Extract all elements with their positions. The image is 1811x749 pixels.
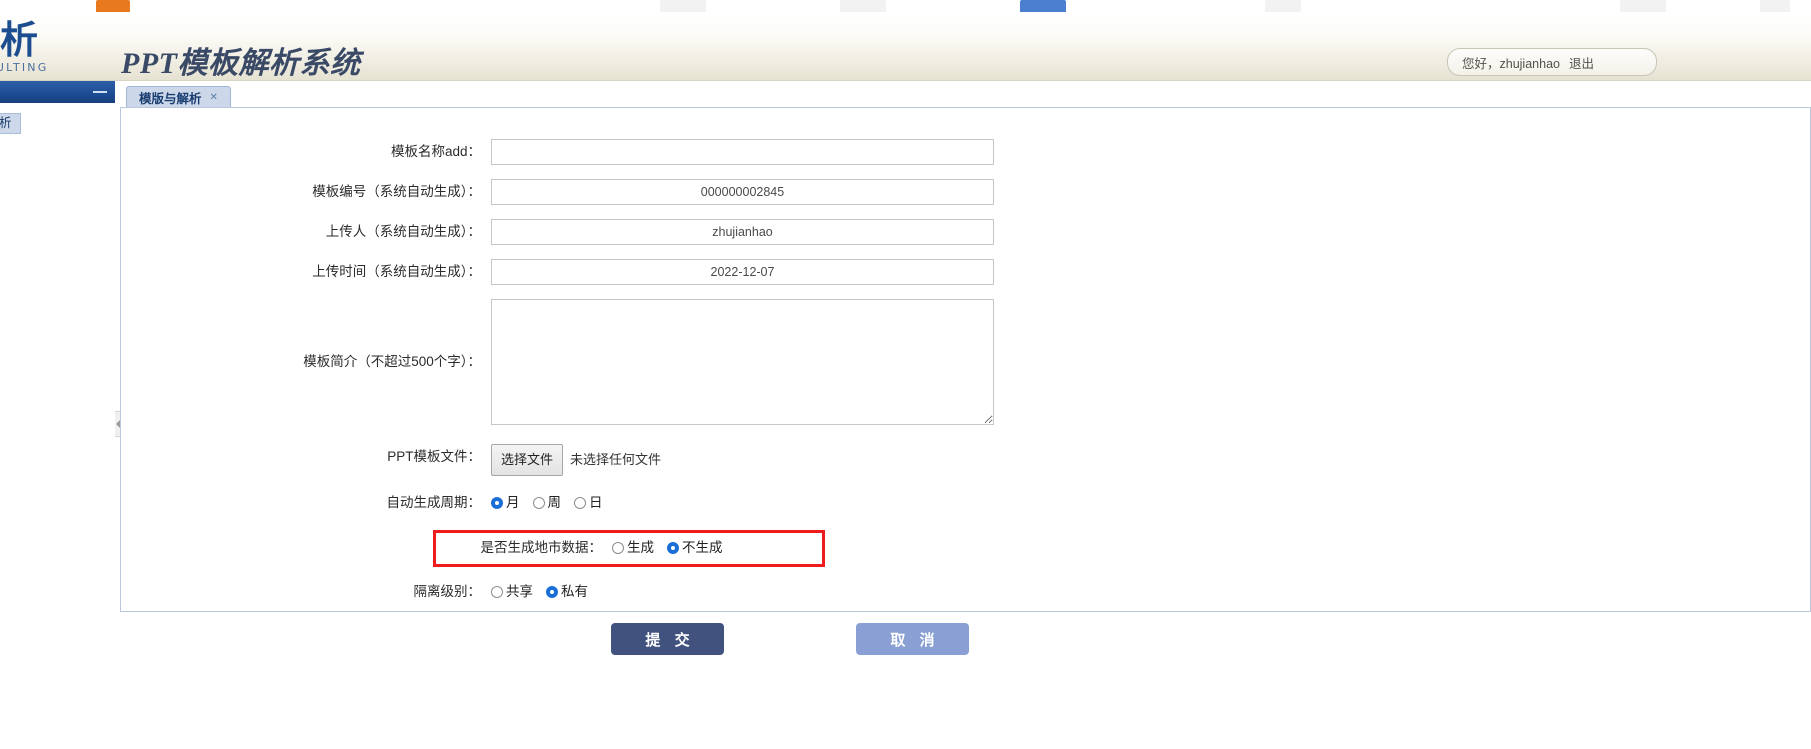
- upload-time-input[interactable]: [491, 259, 994, 285]
- radio-label: 周: [547, 495, 562, 510]
- logout-link[interactable]: 退出: [1569, 53, 1594, 72]
- sidebar: 理 模版与解析 申请列表 待审列表: [0, 81, 123, 749]
- page-title: PPT模板解析系统: [121, 47, 361, 80]
- radio-city-data-not-generate[interactable]: 不生成: [667, 535, 723, 561]
- browser-tab-ghost[interactable]: [660, 0, 706, 12]
- sidebar-item-pending-review-list[interactable]: 待审列表: [0, 188, 115, 208]
- user-account-pill: 您好，zhujianhao 退出: [1447, 48, 1657, 76]
- app-header: 易分析 ASY CONSULTING PPT模板解析系统 您好，zhujianh…: [0, 14, 1811, 81]
- template-name-input[interactable]: [491, 139, 994, 165]
- form-panel: 模板名称add： 模板编号（系统自动生成）： 上传人（系统自动生成）：: [120, 107, 1811, 655]
- radio-dot-icon[interactable]: [491, 497, 503, 509]
- sidebar-item-label: 模版与解析: [0, 116, 12, 130]
- template-code-input[interactable]: [491, 179, 994, 205]
- label-ppt-file: PPT模板文件：: [387, 449, 481, 464]
- content-area: 模版与解析 ✕ 模板名称add： 模板编号（系统自动生成）： 000000002…: [120, 81, 1811, 749]
- form-row-city-data: 是否生成地市数据： 生成 不生成: [433, 530, 825, 567]
- template-upload-form: 模板名称add： 模板编号（系统自动生成）： 上传人（系统自动生成）：: [121, 108, 1810, 655]
- browser-chrome-strip: [0, 0, 1811, 15]
- sidebar-item-template-parse[interactable]: 模版与解析: [0, 113, 21, 134]
- browser-tab-ghost[interactable]: [96, 0, 130, 12]
- radio-label: 不生成: [682, 540, 723, 555]
- page-root: 易分析 ASY CONSULTING PPT模板解析系统 您好，zhujianh…: [0, 0, 1811, 749]
- radio-dot-icon[interactable]: [574, 497, 586, 509]
- isolation-level-radio-group: 共享 私有: [491, 579, 588, 605]
- label-template-name: 模板名称add：: [390, 144, 481, 159]
- close-icon[interactable]: ✕: [210, 92, 218, 103]
- radio-dot-icon[interactable]: [491, 586, 503, 598]
- label-template-intro: 模板简介（不超过500个字）：: [303, 354, 481, 369]
- label-upload-time: 上传时间（系统自动生成）：: [312, 264, 481, 279]
- submit-button[interactable]: 提 交: [611, 623, 724, 655]
- radio-dot-icon[interactable]: [532, 497, 545, 509]
- file-picker: 选择文件 未选择任何文件: [491, 444, 661, 476]
- form-row-isolation-level: 隔离级别： 共享 私有: [121, 579, 1810, 605]
- radio-dot-icon[interactable]: [612, 542, 624, 554]
- radio-label: 生成: [627, 540, 654, 555]
- sidebar-item-application-list[interactable]: 申请列表: [0, 151, 115, 171]
- radio-dot-icon[interactable]: [667, 542, 679, 554]
- sidebar-group-header[interactable]: 理: [0, 81, 115, 103]
- browser-tab-ghost[interactable]: [1020, 0, 1066, 12]
- radio-period-month[interactable]: 月: [491, 490, 520, 516]
- radio-period-week[interactable]: 周: [532, 490, 562, 516]
- logo-english-text: ASY CONSULTING: [0, 61, 49, 74]
- form-row-template-intro: 模板简介（不超过500个字）：: [121, 299, 1810, 430]
- form-button-row: 提 交 取 消: [121, 623, 1810, 655]
- label-city-data: 是否生成地市数据：: [480, 540, 603, 555]
- radio-label: 月: [506, 495, 520, 510]
- generation-period-radio-group: 月 周 日: [491, 490, 603, 516]
- label-uploader: 上传人（系统自动生成）：: [325, 224, 481, 239]
- user-greeting: 您好，zhujianhao: [1462, 56, 1560, 71]
- form-row-upload-time: 上传时间（系统自动生成）：: [121, 259, 1810, 285]
- radio-dot-icon[interactable]: [546, 586, 558, 598]
- browser-tab-ghost[interactable]: [1620, 0, 1666, 12]
- label-generation-period: 自动生成周期：: [386, 495, 482, 510]
- city-data-radio-group: 生成 不生成: [612, 535, 723, 561]
- radio-isolation-private[interactable]: 私有: [546, 579, 588, 605]
- tab-label: 模版与解析: [139, 91, 202, 106]
- company-logo: 易分析 ASY CONSULTING: [0, 20, 117, 78]
- label-template-code: 模板编号（系统自动生成）：: [312, 184, 481, 199]
- sidebar-item-list: 模版与解析 申请列表 待审列表: [0, 103, 115, 208]
- browser-tab-ghost[interactable]: [1760, 0, 1790, 12]
- form-row-generation-period: 自动生成周期： 月 周 日: [121, 490, 1810, 516]
- form-row-template-name: 模板名称add：: [121, 139, 1810, 165]
- browser-tab-ghost[interactable]: [1265, 0, 1301, 12]
- radio-label: 私有: [561, 584, 588, 599]
- browser-tab-ghost[interactable]: [840, 0, 886, 12]
- choose-file-button[interactable]: 选择文件: [491, 444, 564, 476]
- cancel-button[interactable]: 取 消: [856, 623, 969, 655]
- logo-chinese-text: 易分析: [0, 18, 40, 62]
- tab-template-parse[interactable]: 模版与解析 ✕: [126, 86, 231, 107]
- radio-label: 日: [589, 495, 603, 510]
- radio-period-day[interactable]: 日: [574, 490, 603, 516]
- uploader-input[interactable]: [491, 219, 994, 245]
- tab-strip: 模版与解析 ✕: [120, 81, 1811, 107]
- radio-city-data-generate[interactable]: 生成: [612, 535, 654, 561]
- form-row-uploader: 上传人（系统自动生成）：: [121, 219, 1810, 245]
- label-isolation-level: 隔离级别：: [413, 584, 482, 599]
- minus-icon[interactable]: [93, 91, 107, 93]
- form-row-ppt-file: PPT模板文件： 选择文件 未选择任何文件: [121, 444, 1810, 476]
- radio-label: 共享: [506, 584, 533, 599]
- form-row-template-code: 模板编号（系统自动生成）：: [121, 179, 1810, 205]
- file-status-text: 未选择任何文件: [570, 452, 662, 467]
- template-intro-textarea[interactable]: [491, 299, 994, 425]
- radio-isolation-shared[interactable]: 共享: [491, 579, 533, 605]
